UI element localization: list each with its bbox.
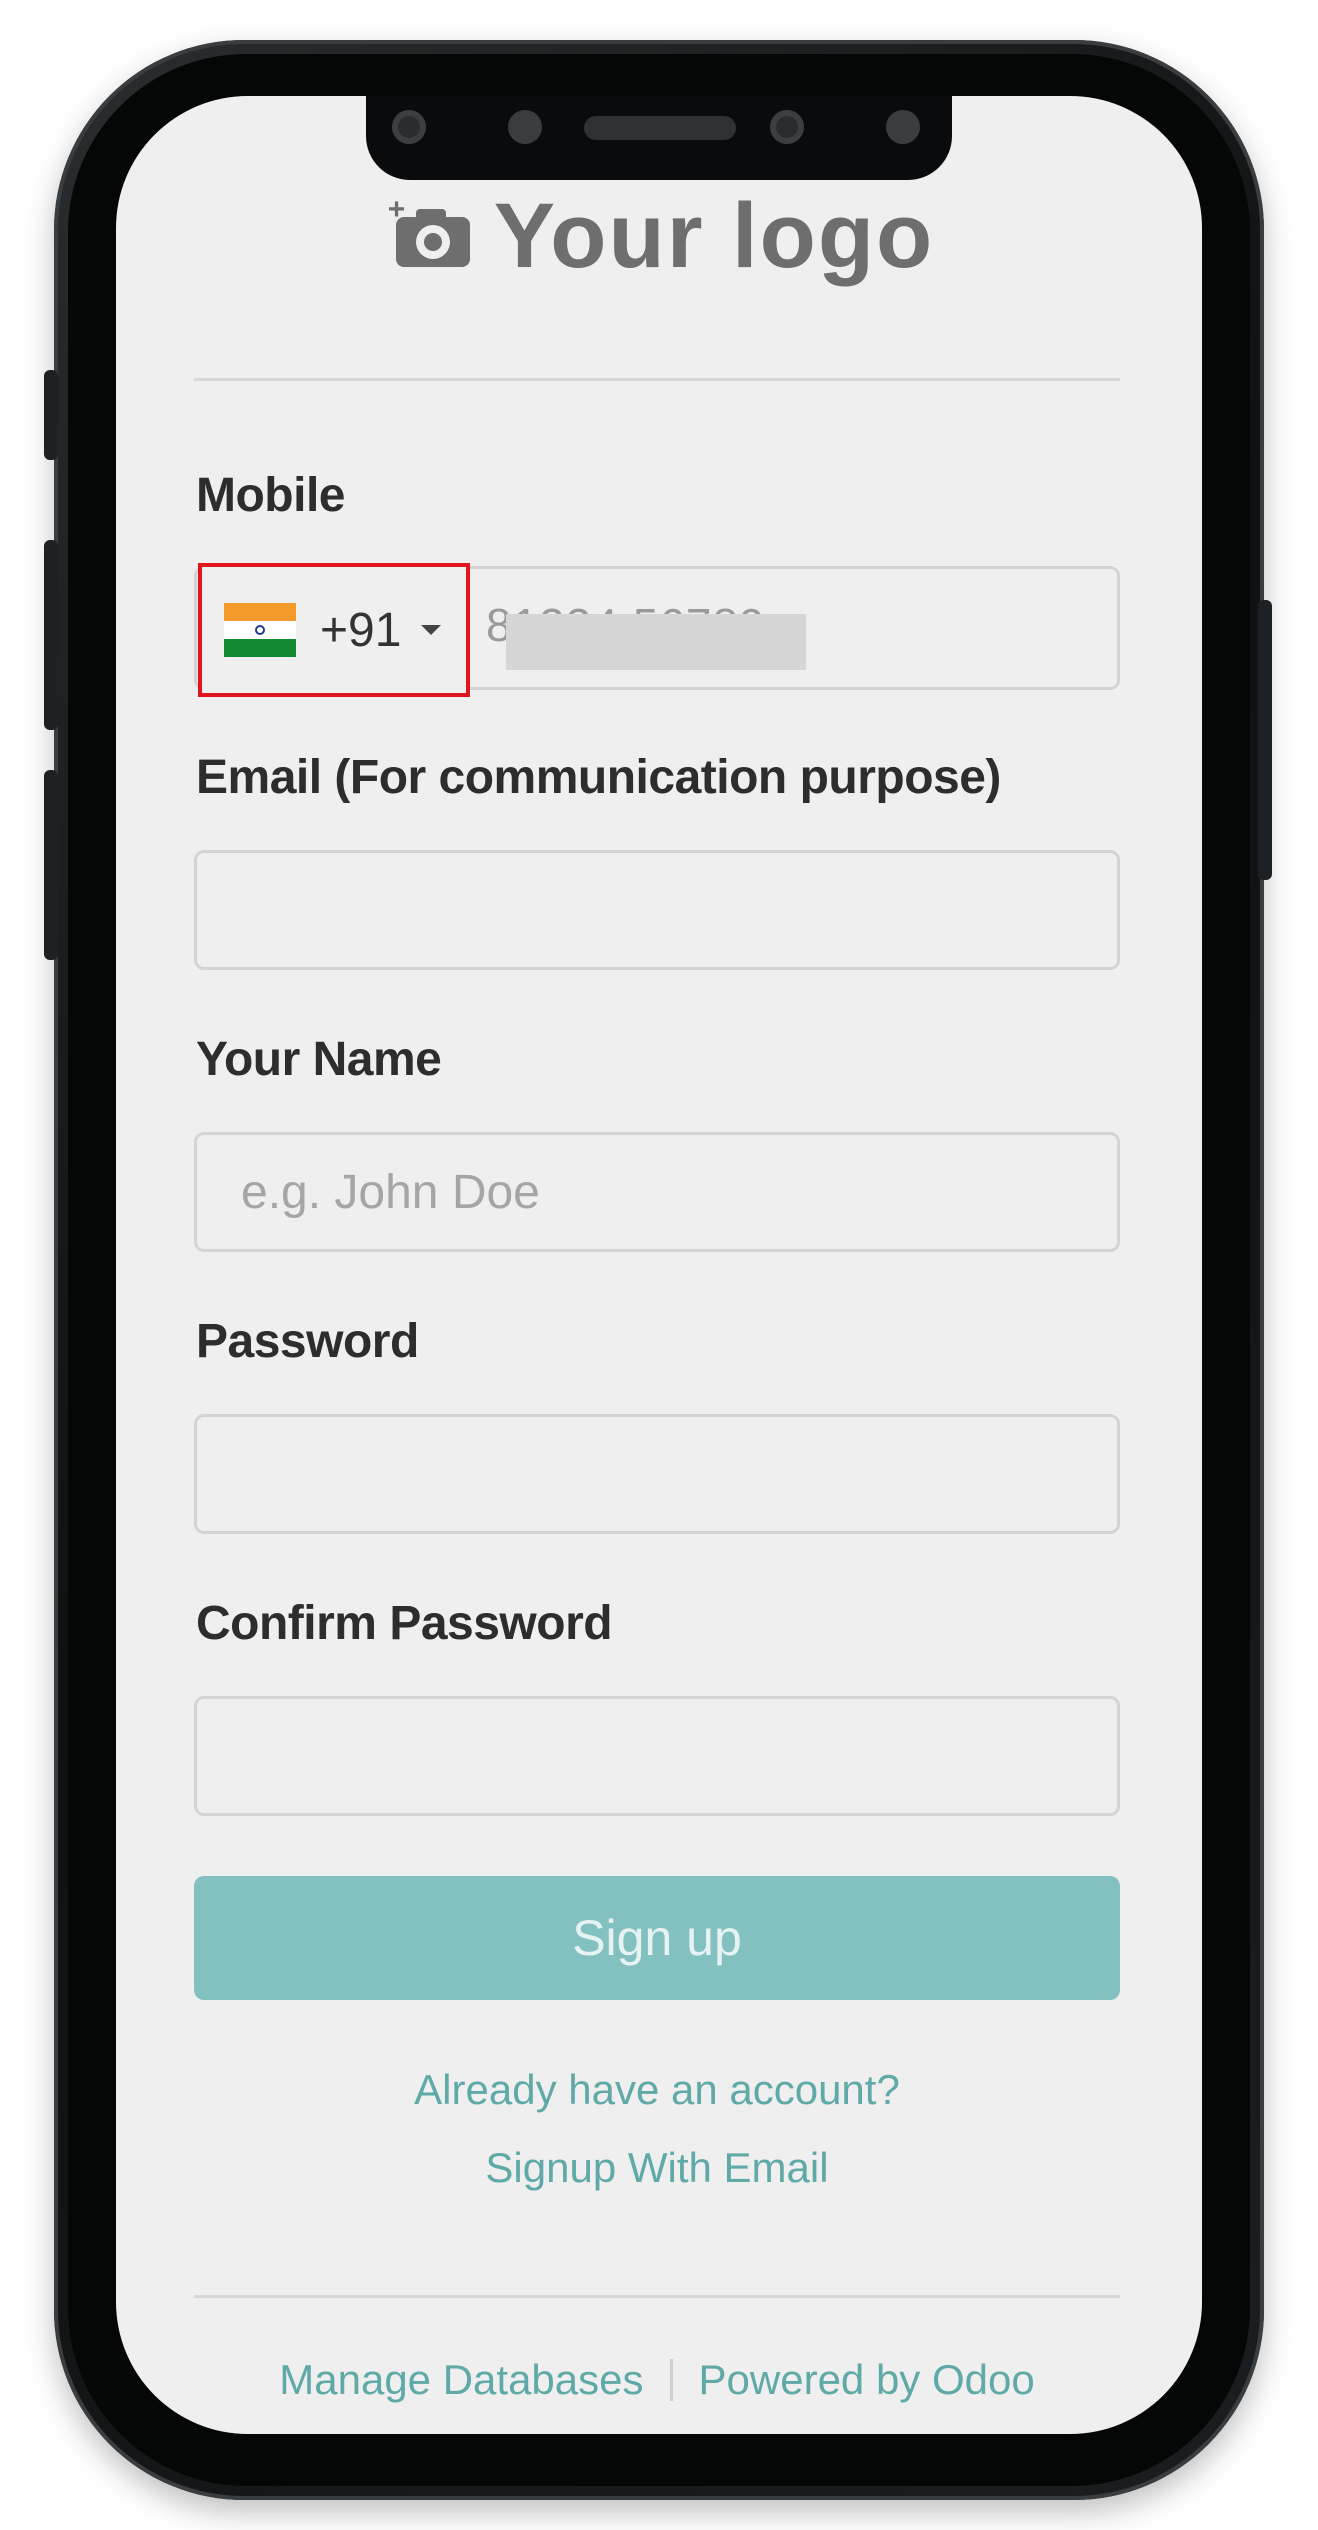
signup-with-email-link[interactable]: Signup With Email	[194, 2144, 1120, 2192]
footer-divider	[194, 2295, 1120, 2298]
front-camera-icon	[770, 110, 804, 144]
already-have-account-link[interactable]: Already have an account?	[194, 2066, 1120, 2114]
front-camera-icon	[392, 110, 426, 144]
signup-button[interactable]: Sign up	[194, 1876, 1120, 2000]
mute-switch	[44, 370, 58, 460]
sensor-icon	[508, 110, 542, 144]
email-label: Email (For communication purpose)	[196, 751, 1001, 804]
india-flag-icon	[224, 603, 296, 657]
footer: Manage Databases Powered by Odoo	[194, 2356, 1120, 2404]
logo-text: Your logo	[493, 184, 935, 287]
name-field[interactable]: e.g. John Doe	[194, 1132, 1120, 1252]
name-label: Your Name	[196, 1033, 442, 1086]
redacted-overlay	[506, 614, 806, 670]
country-code-selector[interactable]: +91	[198, 563, 470, 697]
dial-code: +91	[320, 603, 402, 657]
camera-add-icon: +	[388, 195, 472, 267]
name-field-placeholder: e.g. John Doe	[241, 1165, 540, 1219]
volume-up-button	[44, 540, 58, 730]
password-label: Password	[196, 1315, 419, 1368]
confirm-password-label: Confirm Password	[196, 1597, 613, 1650]
volume-down-button	[44, 770, 58, 960]
mobile-label: Mobile	[196, 469, 346, 522]
header-divider	[194, 378, 1120, 381]
email-field[interactable]	[194, 850, 1120, 970]
password-field[interactable]	[194, 1414, 1120, 1534]
manage-databases-link[interactable]: Manage Databases	[279, 2356, 643, 2404]
phone-notch	[366, 96, 952, 180]
footer-separator	[669, 2359, 673, 2401]
sensor-icon	[886, 110, 920, 144]
powered-by-odoo-link[interactable]: Powered by Odoo	[699, 2356, 1035, 2404]
earpiece-speaker	[584, 116, 736, 140]
chevron-down-icon	[421, 625, 442, 635]
power-button	[1258, 600, 1272, 880]
confirm-password-field[interactable]	[194, 1696, 1120, 1816]
company-logo: + Your logo	[384, 184, 944, 288]
